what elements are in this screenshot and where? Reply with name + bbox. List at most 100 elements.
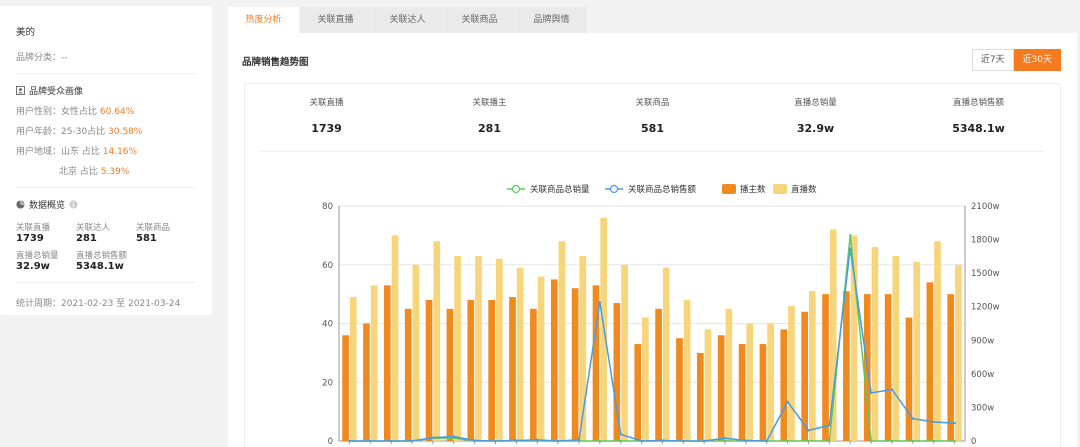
overview-value: 1739 bbox=[16, 233, 44, 244]
tab-related-influencers[interactable]: 关联达人 bbox=[372, 7, 443, 33]
bar-streamers bbox=[488, 300, 495, 441]
divider bbox=[16, 187, 196, 188]
bar-live-count bbox=[767, 323, 774, 441]
bar-live-count bbox=[913, 261, 921, 441]
bar-live-count bbox=[433, 241, 441, 441]
y-tick-label-right: 900w bbox=[971, 336, 994, 346]
overview-item: 关联商品 581 bbox=[136, 221, 196, 244]
bar-live-count bbox=[516, 267, 524, 441]
overview-section-title: 数据概览 bbox=[16, 198, 196, 211]
legend-circle-marker bbox=[511, 184, 521, 194]
y-tick-label-left: 40 bbox=[322, 320, 333, 330]
info-icon[interactable] bbox=[69, 200, 78, 209]
overview-title: 数据概览 bbox=[29, 201, 66, 211]
region1-value: 山东 占比 bbox=[61, 147, 100, 157]
bar-live-count bbox=[746, 323, 754, 441]
legend-bar-marker bbox=[773, 184, 787, 194]
line-total-revenue-point bbox=[807, 429, 810, 432]
overview-label: 关联直播 bbox=[16, 223, 51, 233]
bar-streamers bbox=[717, 335, 725, 441]
line-total-revenue-point bbox=[515, 439, 518, 442]
line-total-revenue-point bbox=[744, 439, 748, 442]
audience-title: 品牌受众画像 bbox=[29, 87, 84, 97]
y-tick-label-left: 0 bbox=[328, 437, 333, 447]
tab-brand-sentiment[interactable]: 品牌舆情 bbox=[516, 7, 587, 33]
legend-circle-marker bbox=[609, 184, 619, 194]
bar-streamers bbox=[759, 344, 767, 441]
pie-chart-icon bbox=[16, 200, 25, 209]
bar-live-count bbox=[892, 255, 900, 441]
bar-live-count bbox=[788, 305, 795, 441]
tab-related-products[interactable]: 关联商品 bbox=[444, 7, 515, 33]
overview-label: 直播总销量 bbox=[16, 251, 59, 261]
bar-live-count bbox=[642, 317, 649, 441]
audience-section-title: 品牌受众画像 bbox=[16, 84, 196, 97]
line-total-revenue-point bbox=[389, 439, 393, 443]
bar-live-count bbox=[496, 258, 503, 441]
overview-value: 581 bbox=[136, 233, 157, 244]
statistics-period: 统计周期：2021-02-23 至 2021-03-24 bbox=[16, 299, 181, 309]
bar-live-count bbox=[871, 247, 879, 441]
panel-title: 品牌销售趋势图 bbox=[242, 57, 309, 68]
line-total-sales-point bbox=[932, 439, 935, 443]
bar-live-count bbox=[349, 297, 357, 441]
bar-streamers bbox=[363, 323, 370, 441]
line-total-revenue-point bbox=[640, 439, 643, 443]
bar-live-count bbox=[621, 264, 628, 441]
tab-heat-analysis[interactable]: 热度分析 bbox=[228, 7, 299, 33]
legend-bar-marker bbox=[722, 184, 736, 194]
brand-category: 品牌分类：-- bbox=[16, 50, 196, 63]
line-total-revenue-point bbox=[536, 438, 539, 442]
overview-item: 关联直播 1739 bbox=[16, 221, 76, 244]
bar-streamers bbox=[530, 308, 537, 441]
y-tick-label-left: 20 bbox=[322, 378, 333, 388]
overview-item: 直播总销售额 5348.1w bbox=[76, 249, 136, 272]
bar-live-count bbox=[662, 267, 670, 441]
bar-live-count bbox=[558, 241, 566, 441]
line-total-revenue-point bbox=[431, 436, 435, 439]
age-value: 25-30占比 bbox=[61, 127, 106, 137]
bar-streamers bbox=[634, 344, 642, 441]
line-total-sales-point bbox=[890, 439, 894, 443]
bar-streamers bbox=[905, 317, 913, 441]
overview-label: 直播总销售额 bbox=[76, 251, 128, 261]
region1-pct: 14.16% bbox=[102, 147, 138, 157]
overview-label: 关联达人 bbox=[76, 223, 111, 233]
range-30-days-button[interactable]: 近30天 bbox=[1013, 49, 1061, 71]
bar-streamers bbox=[425, 300, 433, 441]
legend-label: 关联商品总销售额 bbox=[628, 184, 697, 195]
bar-streamers bbox=[884, 294, 892, 441]
overview-value: 281 bbox=[76, 233, 97, 244]
age-row: 用户年龄：25-30占比 30.58% bbox=[16, 124, 196, 137]
divider bbox=[16, 73, 196, 74]
brand-sidebar: 美的 品牌分类：-- 品牌受众画像 用户性别：女性占比 60.64% 用户年龄：… bbox=[0, 6, 212, 315]
region2-pct: 5.39% bbox=[100, 167, 130, 177]
bar-streamers bbox=[843, 291, 850, 441]
overview-item: 关联达人 281 bbox=[76, 221, 136, 244]
line-total-sales-point bbox=[598, 439, 602, 443]
y-tick-label-right: 0 bbox=[971, 437, 976, 447]
bar-streamers bbox=[446, 308, 454, 441]
line-total-revenue-point bbox=[410, 439, 414, 443]
bar-streamers bbox=[822, 294, 829, 441]
range-7-days-button[interactable]: 近7天 bbox=[971, 49, 1014, 71]
bar-live-count bbox=[537, 276, 545, 441]
legend-label: 播主数 bbox=[740, 184, 766, 195]
line-total-revenue-point bbox=[911, 417, 915, 420]
age-label: 用户年龄： bbox=[16, 127, 62, 137]
bar-live-count bbox=[704, 329, 712, 441]
line-total-revenue-point bbox=[369, 439, 372, 443]
bar-streamers bbox=[342, 335, 349, 441]
y-tick-label-right: 300w bbox=[971, 403, 994, 413]
region2-row: 北京 占比 5.39% bbox=[16, 164, 196, 177]
line-total-revenue bbox=[349, 248, 955, 442]
line-total-revenue-point bbox=[890, 388, 894, 391]
sales-trend-chart: 0 20 40 60 80 0 300w 600w 900w 1200w 1500w 1800w 210… bbox=[322, 184, 1000, 447]
y-tick-label-right: 1200w bbox=[971, 303, 1000, 313]
tab-related-live[interactable]: 关联直播 bbox=[300, 7, 371, 33]
overview-label: 关联商品 bbox=[136, 223, 171, 233]
brand-name: 美的 bbox=[16, 27, 36, 38]
line-total-revenue-point bbox=[953, 421, 956, 425]
bar-streamers bbox=[550, 279, 558, 441]
line-total-revenue-point bbox=[765, 439, 768, 443]
